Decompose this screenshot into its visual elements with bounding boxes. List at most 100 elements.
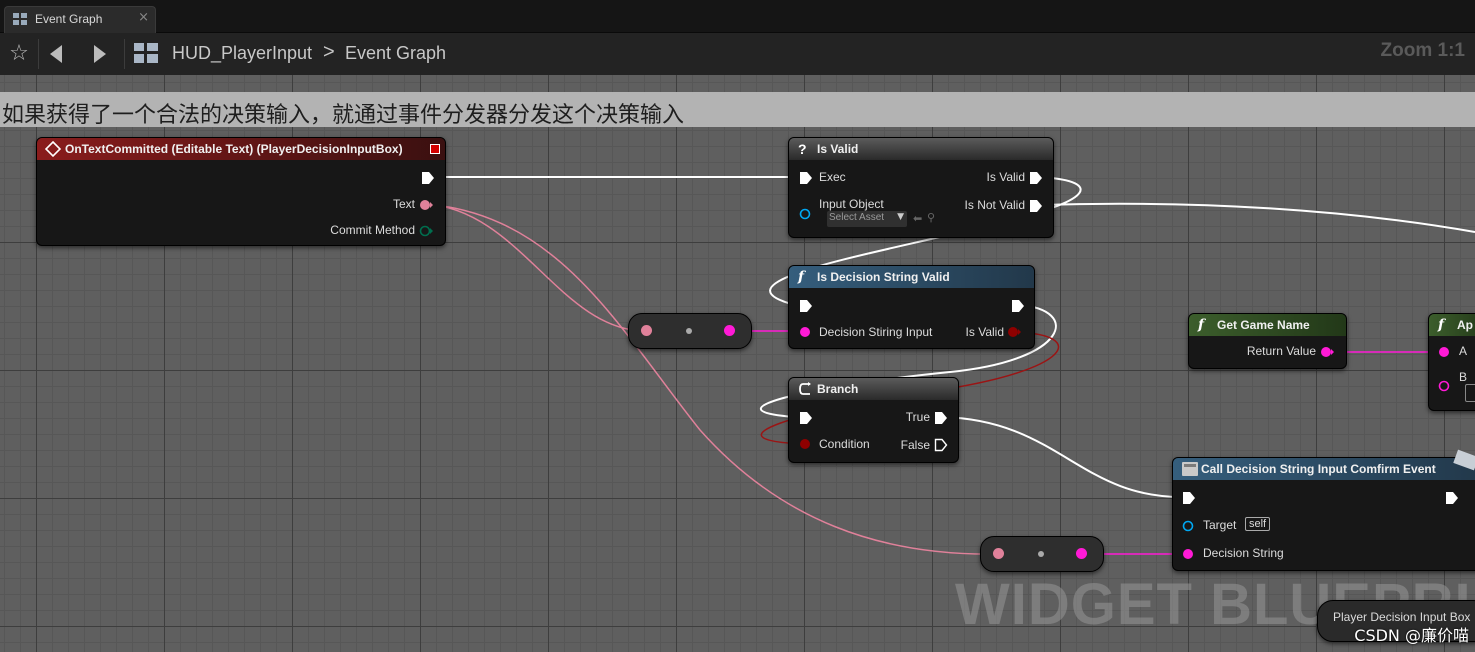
tab-event-graph[interactable]: Event Graph ×: [4, 6, 156, 33]
reroute-in-pin[interactable]: [641, 325, 652, 336]
graph-icon: [13, 13, 27, 25]
string-in-pin[interactable]: [1182, 547, 1196, 561]
pin-label-condition: Condition: [819, 437, 870, 451]
pin-label-exec: Exec: [819, 170, 846, 184]
reroute-node[interactable]: [628, 313, 752, 349]
chevron-down-icon: ▼: [897, 212, 904, 222]
pin-label-a: A: [1459, 344, 1468, 358]
enum-out-pin[interactable]: [419, 224, 433, 238]
exec-out-pin[interactable]: [1445, 491, 1459, 505]
exec-out-pin[interactable]: [421, 171, 435, 185]
string-out-pin[interactable]: [419, 198, 433, 212]
function-node-get-game-name[interactable]: f Get Game Name Return Value: [1188, 313, 1347, 369]
browse-search-icon[interactable]: ⚲: [927, 211, 935, 224]
bool-in-pin[interactable]: [799, 437, 813, 451]
exec-in-pin[interactable]: [799, 171, 813, 185]
pin-label-decision-input: Decision Stiring Input: [819, 325, 933, 339]
zoom-level: Zoom 1:1: [1380, 40, 1465, 61]
pin-b-text-field[interactable]: [1465, 384, 1475, 402]
event-dispatcher-icon: [1182, 462, 1198, 476]
reroute-out-pin[interactable]: [1076, 548, 1087, 559]
reroute-node[interactable]: [980, 536, 1104, 572]
divider: [38, 39, 39, 69]
string-in-pin-b[interactable]: [1438, 379, 1452, 393]
string-out-pin[interactable]: [1320, 345, 1334, 359]
reroute-dot-icon: [1038, 551, 1044, 557]
pin-label-true: True: [905, 410, 930, 424]
bool-out-pin[interactable]: [1007, 325, 1021, 339]
exec-out-pin-false[interactable]: [934, 438, 948, 452]
breadcrumb-blueprint[interactable]: HUD_PlayerInput: [172, 43, 312, 64]
branch-icon: [799, 382, 811, 395]
branch-node[interactable]: Branch True Condition False: [788, 377, 959, 463]
star-icon[interactable]: ☆: [2, 37, 36, 71]
credit-watermark: CSDN @廉价喵: [1354, 626, 1469, 645]
pin-label-commit-method: Commit Method: [330, 223, 415, 237]
node-title: Get Game Name: [1217, 318, 1310, 332]
target-self-field[interactable]: self: [1245, 517, 1271, 531]
node-title: Ap: [1457, 318, 1473, 332]
pin-label-input-object: Input Object: [819, 197, 884, 211]
breadcrumb-separator: >: [323, 41, 335, 63]
asset-picker-placeholder: Select Asset: [829, 212, 885, 223]
exec-in-pin[interactable]: [1182, 491, 1196, 505]
exec-out-pin-true[interactable]: [934, 411, 948, 425]
node-header: f Ap: [1429, 314, 1475, 336]
asset-picker-dropdown[interactable]: Select Asset ▼: [827, 211, 907, 227]
pin-label-is-valid: Is Valid: [965, 325, 1004, 339]
function-icon: f: [798, 269, 805, 285]
string-in-pin[interactable]: [799, 325, 813, 339]
node-header: Branch: [789, 378, 958, 400]
event-diamond-icon: [45, 141, 61, 157]
node-header: Call Decision String Input Comfirm Event: [1173, 458, 1475, 480]
tab-label: Event Graph: [35, 12, 103, 26]
function-node-append[interactable]: f Ap A B: [1428, 313, 1475, 411]
function-icon: f: [1198, 317, 1205, 333]
divider: [124, 39, 125, 69]
exec-out-pin[interactable]: [1029, 171, 1043, 185]
exec-out-pin[interactable]: [1011, 299, 1025, 313]
function-node-is-decision-string-valid[interactable]: f Is Decision String Valid Decision Stir…: [788, 265, 1035, 349]
node-header: f Is Decision String Valid: [789, 266, 1034, 288]
macro-node-is-valid[interactable]: ? Is Valid Exec Is Valid Input Object Se…: [788, 137, 1054, 238]
forward-arrow-icon[interactable]: [82, 37, 116, 71]
node-header: OnTextCommitted (Editable Text) (PlayerD…: [37, 138, 445, 160]
pin-label-target: Target: [1203, 518, 1237, 532]
pin-label-b: B: [1459, 370, 1468, 384]
node-title: Is Decision String Valid: [817, 270, 950, 284]
widget-blueprint-icon: [134, 43, 158, 63]
reroute-out-pin[interactable]: [724, 325, 735, 336]
question-icon: ?: [798, 141, 807, 157]
exec-in-pin[interactable]: [799, 411, 813, 425]
pin-label-is-valid: Is Valid: [986, 170, 1025, 184]
breadcrumb-graph[interactable]: Event Graph: [345, 43, 446, 64]
function-icon: f: [1438, 317, 1445, 333]
node-title: Call Decision String Input Comfirm Event: [1201, 462, 1436, 476]
pin-label-is-not-valid: Is Not Valid: [964, 198, 1025, 212]
node-title: OnTextCommitted (Editable Text) (PlayerD…: [65, 142, 403, 156]
pin-label-false: False: [900, 438, 930, 452]
node-title: Is Valid: [817, 142, 859, 156]
call-node-decision-string-input-confirm[interactable]: Call Decision String Input Comfirm Event…: [1172, 457, 1475, 571]
pin-label-decision-string: Decision String: [1203, 546, 1284, 560]
tab-bar: Event Graph ×: [0, 0, 1475, 33]
object-in-pin[interactable]: [1182, 519, 1196, 533]
back-arrow-icon[interactable]: [40, 37, 74, 71]
node-title: Branch: [817, 382, 859, 396]
graph-toolbar: ☆ HUD_PlayerInput > Event Graph Zoom 1:1: [0, 33, 1475, 75]
delegate-pin-icon[interactable]: [430, 144, 440, 154]
node-header: f Get Game Name: [1189, 314, 1346, 336]
string-in-pin-a[interactable]: [1438, 345, 1452, 359]
graph-canvas[interactable]: 如果获得了一个合法的决策输入，就通过事件分发器分发这个决策输入 OnTextCo…: [0, 75, 1475, 652]
close-icon[interactable]: ×: [138, 10, 149, 25]
reroute-in-pin[interactable]: [993, 548, 1004, 559]
exec-out-pin[interactable]: [1029, 199, 1043, 213]
node-header: ? Is Valid: [789, 138, 1053, 160]
reroute-dot-icon: [686, 328, 692, 334]
exec-in-pin[interactable]: [799, 299, 813, 313]
event-node-ontextcommitted[interactable]: OnTextCommitted (Editable Text) (PlayerD…: [36, 137, 446, 246]
pin-label-return-value: Return Value: [1246, 344, 1316, 358]
use-selected-arrow-icon[interactable]: ⬅: [913, 212, 922, 225]
pin-label-text: Text: [392, 197, 415, 211]
object-in-pin[interactable]: [799, 207, 813, 221]
